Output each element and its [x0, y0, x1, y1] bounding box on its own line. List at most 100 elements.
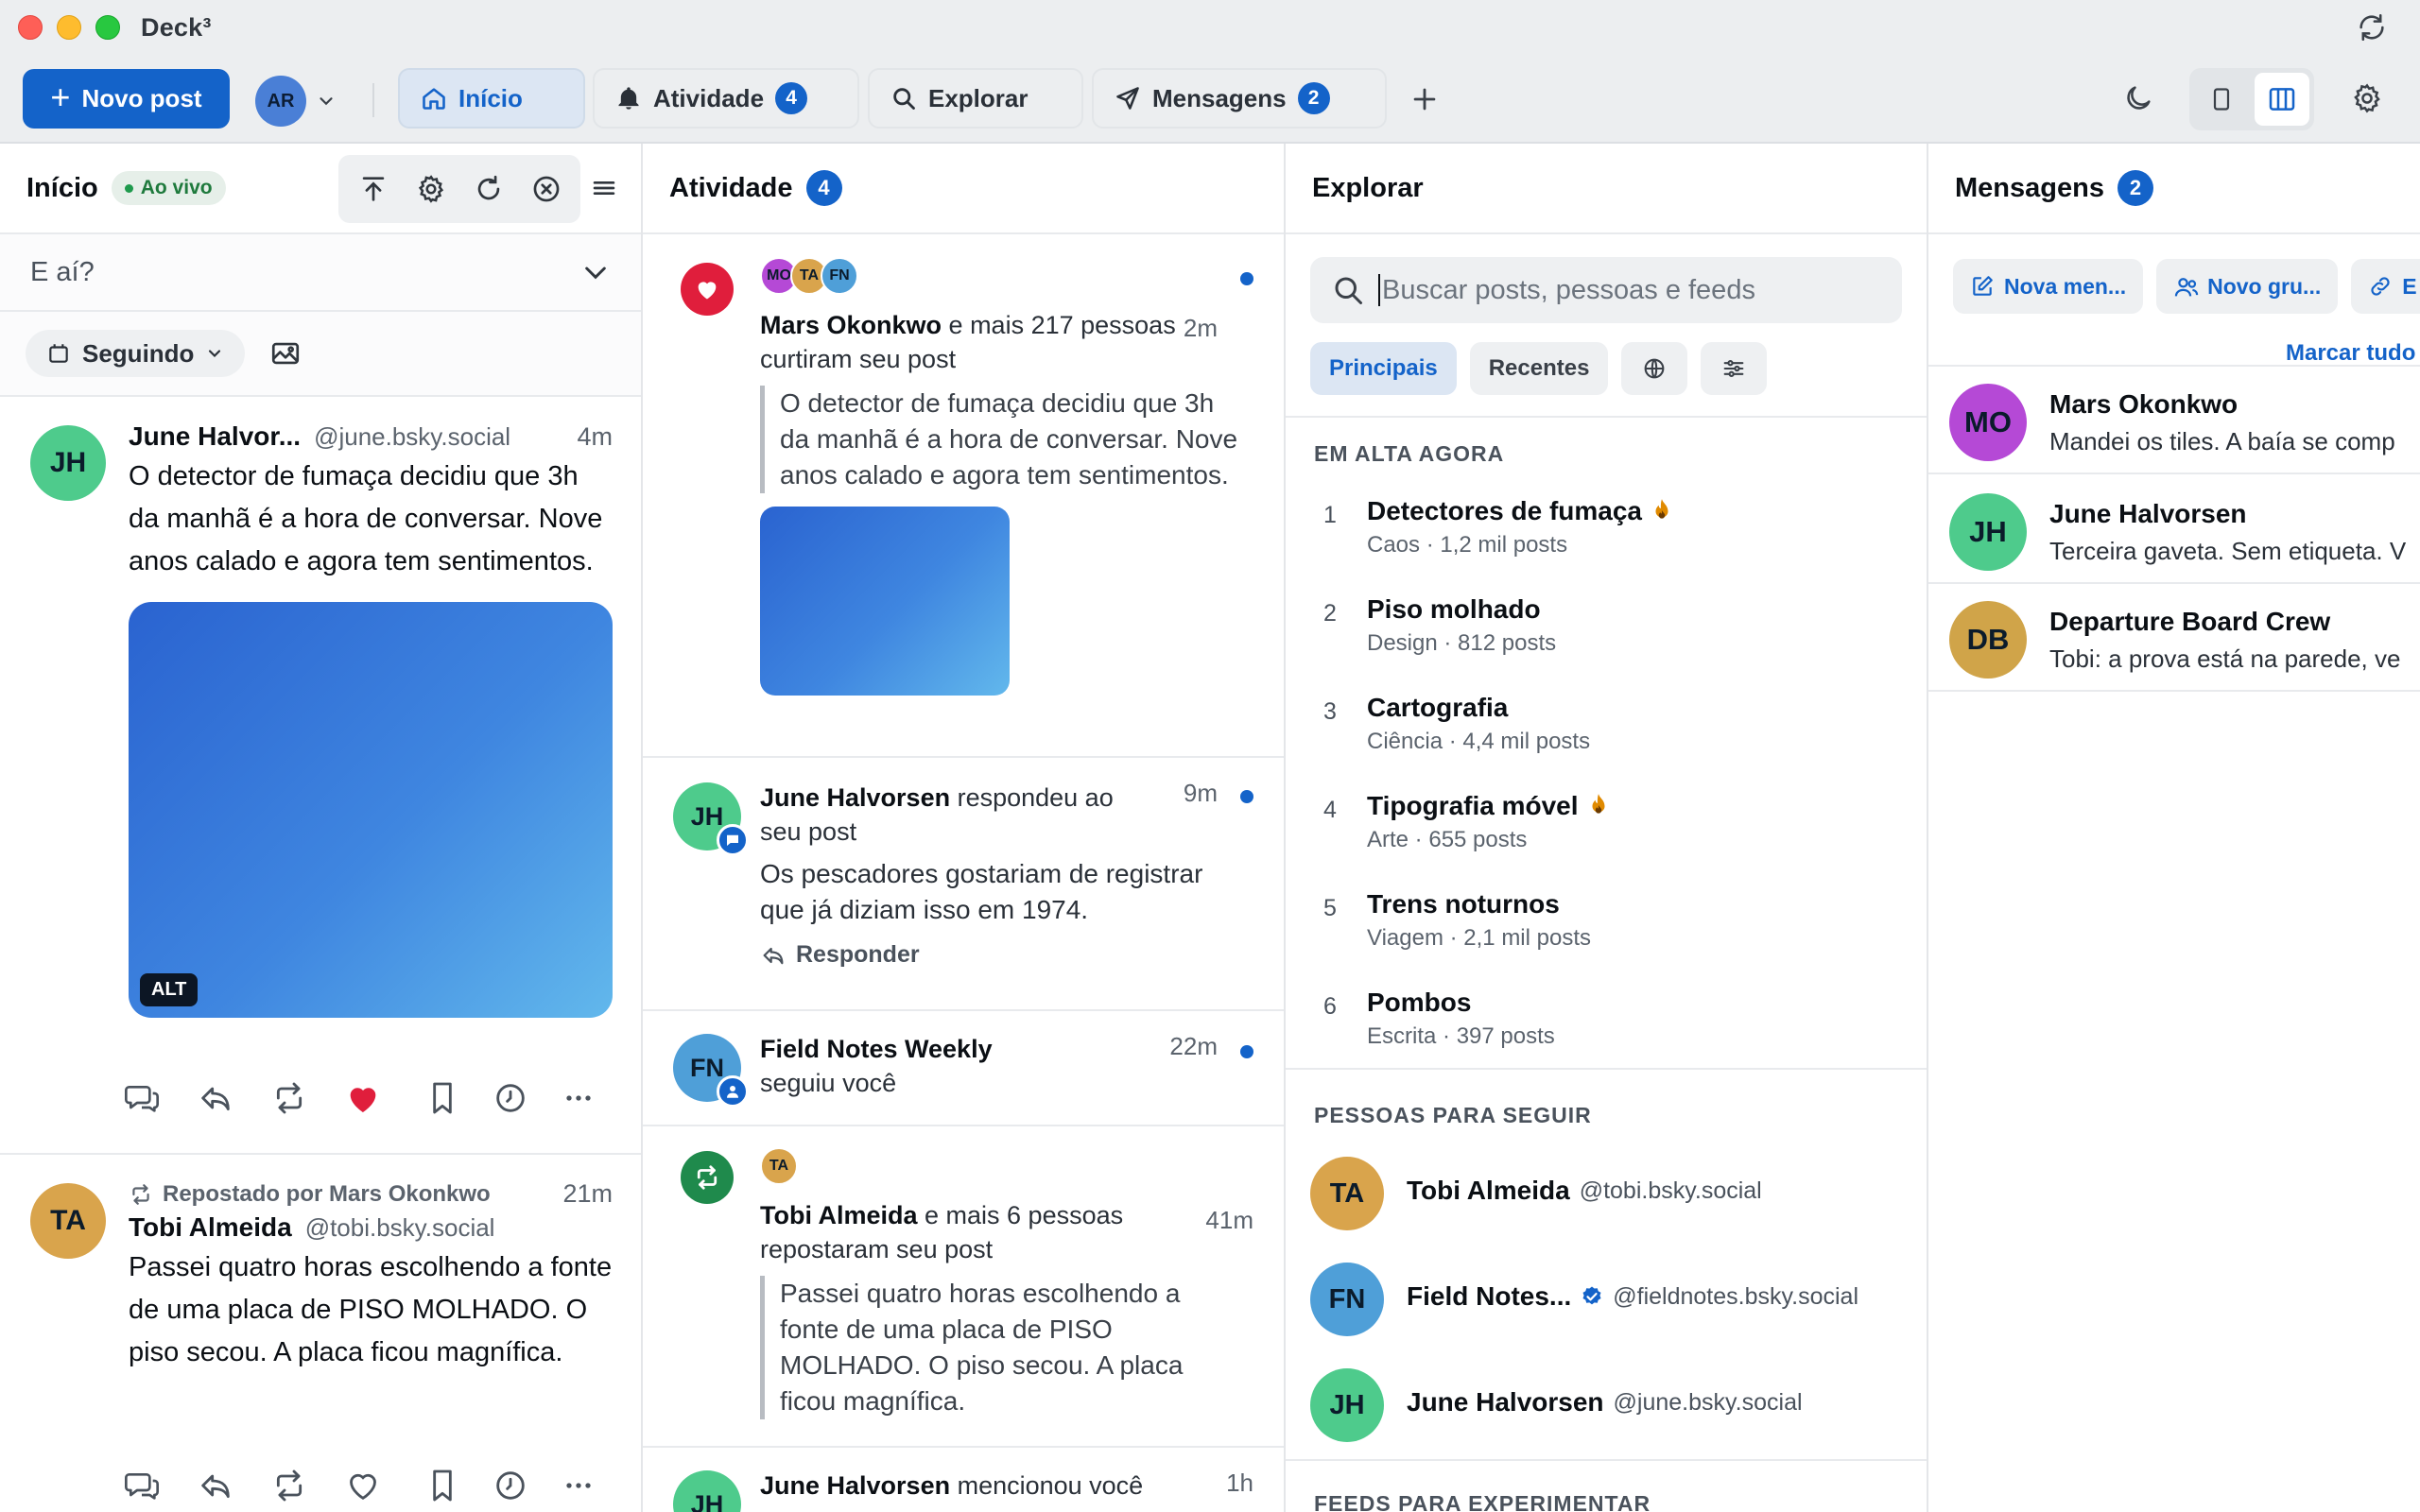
new-group-button[interactable]: Novo gru...	[2156, 259, 2339, 314]
avatar[interactable]: JH	[1310, 1368, 1384, 1442]
bookmark-icon[interactable]	[424, 1079, 461, 1117]
like-icon[interactable]	[344, 1079, 382, 1117]
search-input[interactable]: Buscar posts, pessoas e feeds	[1310, 257, 1902, 323]
notification-item[interactable]: TA Tobi Almeida e mais 6 pessoas reposta…	[643, 1126, 1284, 1448]
person-display-name[interactable]: Tobi Almeida	[1407, 1176, 1570, 1206]
conversation-item[interactable]: JH June Halvorsen Terceira gaveta. Sem e…	[1928, 476, 2420, 584]
mark-all-read-link[interactable]: Marcar tudo	[2286, 340, 2415, 367]
column-settings-icon[interactable]	[415, 173, 447, 205]
tab-principais[interactable]: Principais	[1310, 342, 1457, 395]
trend-item[interactable]: 5 Trens noturnos Viagem · 2,1 mil posts	[1286, 889, 1927, 965]
conversation-name: June Halvorsen	[2049, 499, 2247, 528]
repost-icon[interactable]	[270, 1467, 308, 1504]
conversation-item[interactable]: DB Departure Board Crew Tobi: a prova es…	[1928, 584, 2420, 692]
quote-reply-icon[interactable]	[197, 1079, 234, 1117]
post-image[interactable]: ALT	[129, 602, 613, 1018]
quoted-post[interactable]: O detector de fumaça decidiu que 3h da m…	[760, 386, 1246, 493]
notification-item[interactable]: FN Field Notes Weekly seguiu você 22m	[643, 1011, 1284, 1126]
trend-item[interactable]: 1 Detectores de fumaça Caos · 1,2 mil po…	[1286, 496, 1927, 572]
actor-name[interactable]: June Halvorsen	[760, 1471, 950, 1500]
gear-icon[interactable]	[2344, 76, 2390, 121]
avatar[interactable]: FN	[673, 1034, 749, 1108]
avatar[interactable]: JH	[673, 1470, 741, 1512]
like-icon[interactable]	[344, 1467, 382, 1504]
add-column-icon[interactable]	[1409, 83, 1441, 115]
trend-meta: Caos · 1,2 mil posts	[1367, 532, 1568, 558]
account-switcher[interactable]: AR	[255, 76, 337, 127]
new-post-button[interactable]: + Novo post	[23, 69, 230, 129]
conversation-item[interactable]: MO Mars Okonkwo Mandei os tiles. A baía …	[1928, 367, 2420, 474]
close-window-button[interactable]	[18, 15, 43, 40]
tab-explorar[interactable]: Explorar	[868, 68, 1083, 129]
notification-item[interactable]: JH June Halvorsen mencionou você 1h	[643, 1448, 1284, 1512]
notification-item[interactable]: MO TA FN Mars Okonkwo e mais 217 pessoas…	[643, 234, 1284, 758]
quoted-post[interactable]: Passei quatro horas escolhendo a fonte d…	[760, 1276, 1246, 1419]
sliders-icon[interactable]	[1701, 342, 1768, 395]
trend-item[interactable]: 3 Cartografia Ciência · 4,4 mil posts	[1286, 693, 1927, 768]
tab-recentes[interactable]: Recentes	[1469, 342, 1609, 395]
repost-by-label[interactable]: Repostado por Mars Okonkwo	[163, 1181, 491, 1208]
actor-name[interactable]: Field Notes Weekly	[760, 1035, 993, 1063]
avatar[interactable]: JH	[673, 782, 749, 856]
more-options-icon[interactable]	[560, 1467, 597, 1504]
trend-item[interactable]: 2 Piso molhado Design · 812 posts	[1286, 594, 1927, 670]
drag-handle-icon[interactable]	[588, 172, 620, 204]
moon-icon[interactable]	[2116, 76, 2161, 121]
avatar[interactable]: FN	[1310, 1263, 1384, 1336]
avatar[interactable]: FN	[821, 257, 858, 295]
reload-icon[interactable]	[473, 173, 505, 205]
clock-icon[interactable]	[492, 1079, 529, 1117]
repost-icon[interactable]	[270, 1079, 308, 1117]
scroll-to-top-icon[interactable]	[357, 173, 389, 205]
minimize-window-button[interactable]	[57, 15, 81, 40]
link-button[interactable]: E	[2351, 259, 2420, 314]
person-display-name[interactable]: June Halvorsen	[1407, 1387, 1604, 1418]
tab-mensagens[interactable]: Mensagens 2	[1092, 68, 1387, 129]
actor-name[interactable]: Tobi Almeida	[760, 1201, 918, 1229]
tab-atividade[interactable]: Atividade 4	[593, 68, 859, 129]
trend-item[interactable]: 4 Tipografia móvel Arte · 655 posts	[1286, 791, 1927, 867]
quote-reply-icon[interactable]	[197, 1467, 234, 1504]
avatar[interactable]: TA	[760, 1147, 798, 1185]
actor-name[interactable]: Mars Okonkwo	[760, 311, 942, 339]
image-filter-icon[interactable]	[269, 337, 302, 369]
suggested-person[interactable]: FN Field Notes... @fieldnotes.bsky.social	[1286, 1259, 1927, 1340]
sync-icon[interactable]	[2356, 11, 2388, 43]
actor-name[interactable]: June Halvorsen	[760, 783, 950, 812]
new-message-button[interactable]: Nova men...	[1953, 259, 2144, 314]
suggested-person[interactable]: TA Tobi Almeida @tobi.bsky.social	[1286, 1153, 1927, 1234]
avatar: JH	[1949, 493, 2027, 571]
quoted-post-image[interactable]	[760, 507, 1010, 696]
feed-post[interactable]: TA Repostado por Mars Okonkwo 21m Tobi A…	[0, 1155, 641, 1512]
alt-text-badge[interactable]: ALT	[140, 973, 199, 1006]
tab-inicio[interactable]: Início	[398, 68, 585, 129]
reply-icon[interactable]	[123, 1467, 161, 1504]
avatar[interactable]: TA	[1310, 1157, 1384, 1230]
globe-icon[interactable]	[1621, 342, 1688, 395]
notification-text: June Halvorsen mencionou você	[760, 1469, 1246, 1503]
reply-icon[interactable]	[123, 1079, 161, 1117]
author-name[interactable]: Tobi Almeida	[129, 1212, 292, 1243]
avatar[interactable]: TA	[30, 1183, 106, 1259]
more-options-icon[interactable]	[560, 1079, 597, 1117]
explore-column-header: Explorar	[1286, 144, 1927, 234]
clock-icon[interactable]	[492, 1467, 529, 1504]
feed-post[interactable]: JH June Halvor... @june.bsky.social 4m O…	[0, 397, 641, 1155]
feed-selector[interactable]: Seguindo	[26, 330, 246, 377]
compose-prompt[interactable]: E aí?	[0, 234, 641, 312]
multi-column-icon[interactable]	[2255, 73, 2309, 126]
notification-item[interactable]: JH June Halvorsen respondeu ao seu post …	[643, 758, 1284, 1011]
single-column-icon[interactable]	[2194, 73, 2249, 126]
suggested-person[interactable]: JH June Halvorsen @june.bsky.social	[1286, 1365, 1927, 1446]
person-display-name[interactable]: Field Notes...	[1407, 1281, 1571, 1312]
close-column-icon[interactable]	[530, 173, 562, 205]
avatar[interactable]: JH	[30, 425, 106, 501]
chevron-down-icon[interactable]	[580, 257, 611, 287]
account-avatar: AR	[255, 76, 306, 127]
person-name: June Halvorsen @june.bsky.social	[1407, 1387, 1803, 1418]
trend-item[interactable]: 6 Pombos Escrita · 397 posts	[1286, 988, 1927, 1063]
reply-button[interactable]: Responder	[760, 941, 1246, 969]
bookmark-icon[interactable]	[424, 1467, 461, 1504]
zoom-window-button[interactable]	[95, 15, 120, 40]
author-name[interactable]: June Halvor...	[129, 421, 301, 452]
